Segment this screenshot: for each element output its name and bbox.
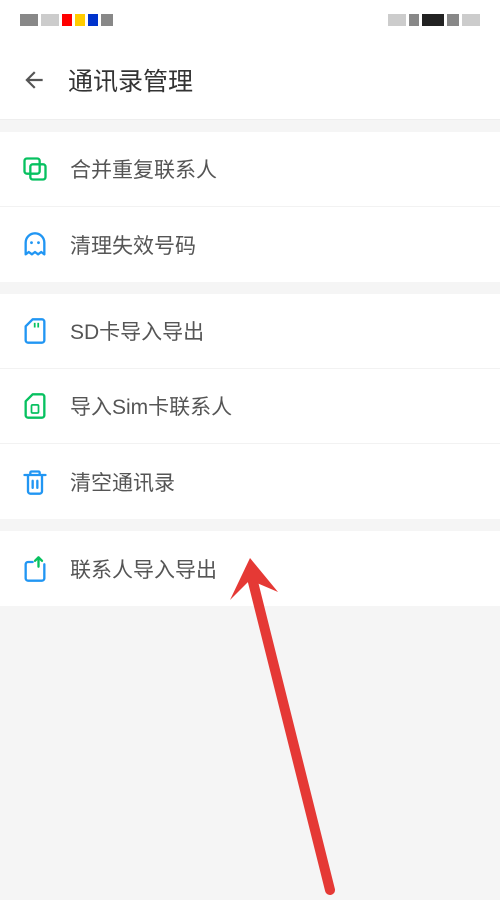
- merge-duplicate-icon: [20, 154, 50, 184]
- section-1: 合并重复联系人 清理失效号码: [0, 132, 500, 282]
- clear-contacts[interactable]: 清空通讯录: [0, 444, 500, 519]
- sim-card-icon: [20, 391, 50, 421]
- page-title: 通讯录管理: [68, 62, 193, 98]
- item-label: 导入Sim卡联系人: [70, 391, 232, 421]
- import-sim-contacts[interactable]: 导入Sim卡联系人: [0, 369, 500, 444]
- merge-duplicate-contacts[interactable]: 合并重复联系人: [0, 132, 500, 207]
- item-label: 清理失效号码: [70, 230, 196, 260]
- header: 通讯录管理: [0, 40, 500, 120]
- import-export-icon: [20, 554, 50, 584]
- item-label: 联系人导入导出: [70, 554, 217, 584]
- sd-card-import-export[interactable]: SD卡导入导出: [0, 294, 500, 369]
- section-2: SD卡导入导出 导入Sim卡联系人 清空通讯录: [0, 294, 500, 519]
- section-3: 联系人导入导出: [0, 531, 500, 606]
- back-button[interactable]: [20, 66, 48, 94]
- status-left: [20, 14, 113, 26]
- arrow-left-icon: [21, 67, 47, 93]
- clean-invalid-numbers[interactable]: 清理失效号码: [0, 207, 500, 282]
- contacts-import-export[interactable]: 联系人导入导出: [0, 531, 500, 606]
- sd-card-icon: [20, 316, 50, 346]
- item-label: SD卡导入导出: [70, 316, 204, 346]
- trash-icon: [20, 467, 50, 497]
- status-bar: [0, 0, 500, 40]
- ghost-icon: [20, 230, 50, 260]
- item-label: 合并重复联系人: [70, 154, 217, 184]
- item-label: 清空通讯录: [70, 467, 175, 497]
- status-right: [388, 14, 480, 26]
